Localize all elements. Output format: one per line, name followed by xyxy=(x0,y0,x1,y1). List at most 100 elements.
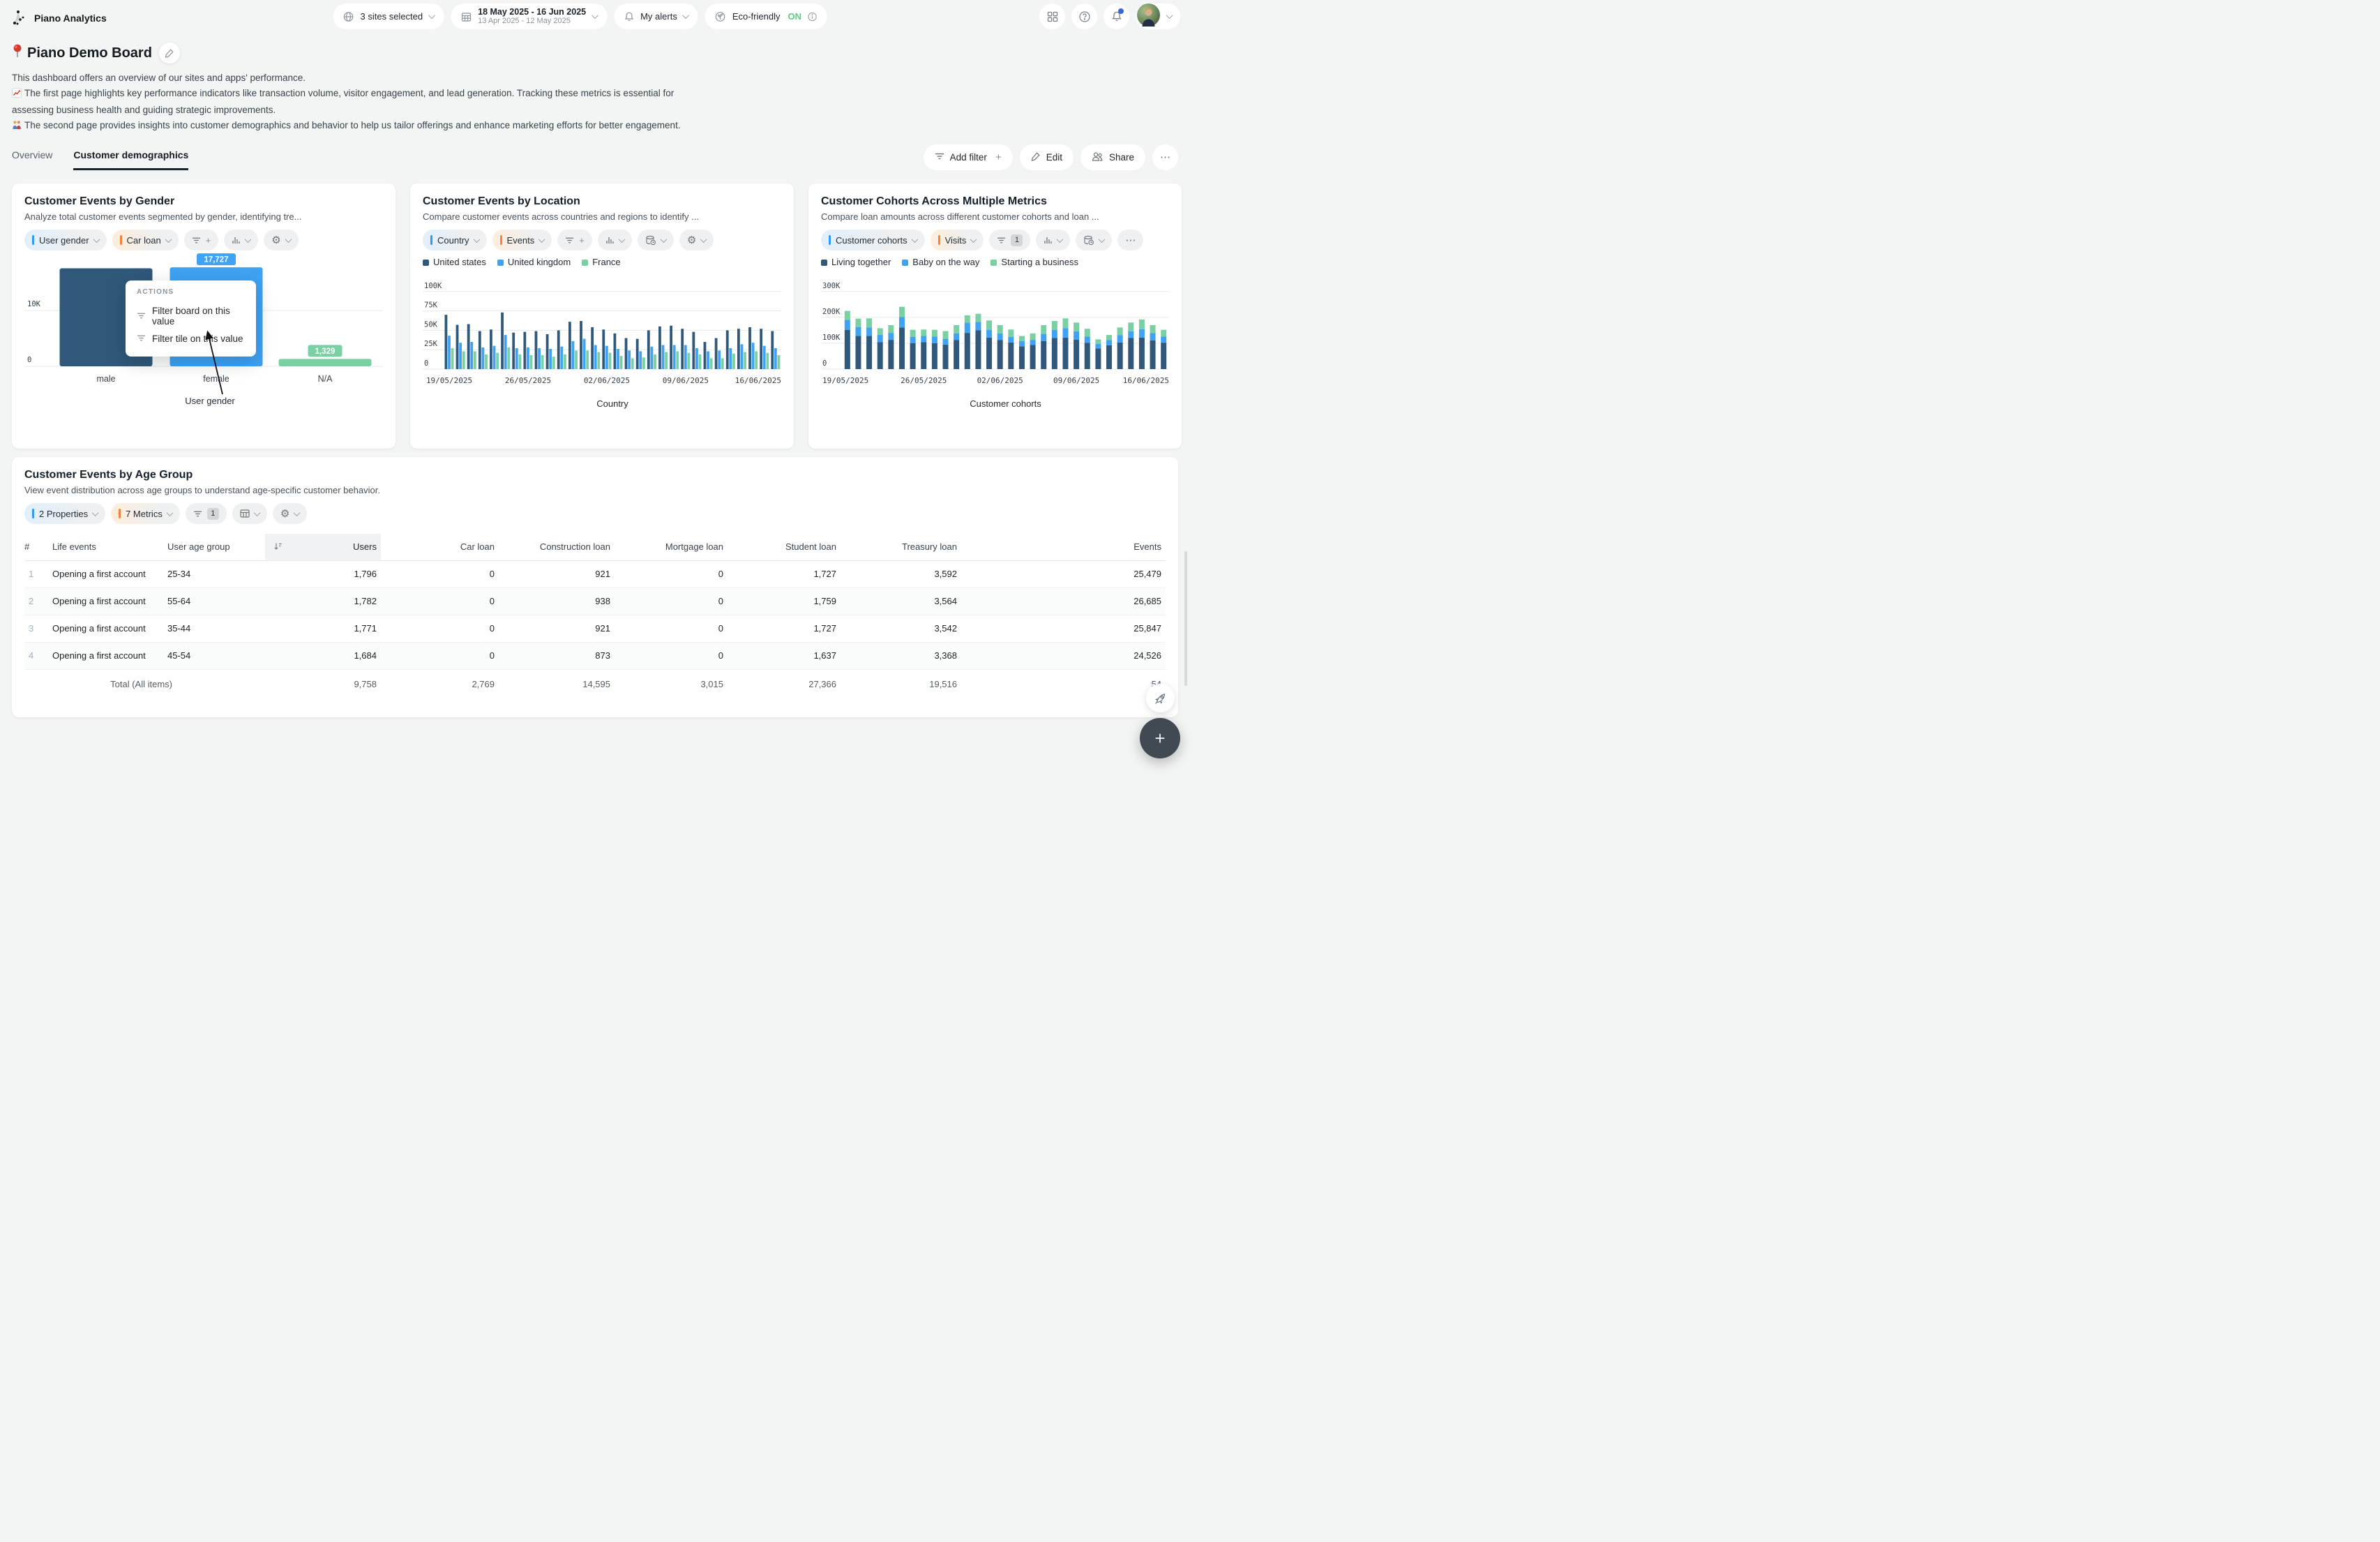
bar-chart-icon xyxy=(605,236,615,244)
filter-chip[interactable]: + xyxy=(557,230,592,250)
metrics-chip[interactable]: 7 Metrics xyxy=(111,503,180,524)
add-tile-button[interactable]: + xyxy=(1140,718,1180,758)
card-title: Customer Cohorts Across Multiple Metrics xyxy=(821,195,1169,208)
chevron-down-icon xyxy=(428,12,435,19)
legend-swatch xyxy=(821,260,827,266)
col-life-events[interactable]: Life events xyxy=(52,534,167,560)
chip-label: Car loan xyxy=(127,235,161,246)
section-title: Customer Events by Age Group xyxy=(24,469,1166,481)
help-button[interactable] xyxy=(1071,3,1097,29)
chart-type-chip[interactable] xyxy=(224,230,258,250)
value-cell: 25,847 xyxy=(961,615,1166,642)
property-chip-country[interactable]: Country xyxy=(423,230,487,250)
description-line-1: This dashboard offers an overview of our… xyxy=(12,73,306,83)
data-source-chip[interactable] xyxy=(638,230,674,250)
tab-overview[interactable]: Overview xyxy=(12,145,52,170)
filter-icon xyxy=(565,237,574,244)
col-users-sorted[interactable]: Users xyxy=(265,534,381,560)
chart-type-chip[interactable] xyxy=(1036,230,1070,250)
brand: Piano Analytics xyxy=(11,9,107,28)
col-student-loan[interactable]: Student loan xyxy=(728,534,841,560)
svg-text:0: 0 xyxy=(27,356,31,364)
edit-button[interactable]: Edit xyxy=(1020,144,1074,170)
svg-text:0: 0 xyxy=(424,359,428,368)
card-subtitle: Compare loan amounts across different cu… xyxy=(821,211,1169,222)
value-cell: 938 xyxy=(499,587,615,615)
card-title: Customer Events by Gender xyxy=(24,195,383,208)
ellipsis-icon: ⋯ xyxy=(1160,152,1170,163)
notifications-button[interactable] xyxy=(1104,3,1129,29)
col-construction-loan[interactable]: Construction loan xyxy=(499,534,615,560)
svg-text:75K: 75K xyxy=(424,301,438,310)
bar-chart-icon xyxy=(1044,236,1053,244)
metric-chip-events[interactable]: Events xyxy=(492,230,552,250)
tab-customer-demographics[interactable]: Customer demographics xyxy=(73,145,188,170)
col-user-age-group[interactable]: User age group xyxy=(167,534,265,560)
col-events[interactable]: Events xyxy=(961,534,1166,560)
cohorts-chart[interactable]: 0100K200K300K19/05/202526/05/202502/06/2… xyxy=(821,270,1169,421)
total-value-cell: 3,015 xyxy=(615,669,728,698)
location-chart[interactable]: 025K50K75K100K19/05/202526/05/202502/06/… xyxy=(423,270,781,421)
metric-chip-visits[interactable]: Visits xyxy=(931,230,984,250)
settings-chip[interactable]: ⚙ xyxy=(679,230,714,250)
table-row[interactable]: 3Opening a first account35-441,771092101… xyxy=(24,615,1166,642)
cursor-arrow-icon xyxy=(199,327,229,398)
property-chip-customer-cohorts[interactable]: Customer cohorts xyxy=(821,230,925,250)
col-treasury-loan[interactable]: Treasury loan xyxy=(841,534,961,560)
legend-label: Starting a business xyxy=(1001,257,1078,267)
brand-name: Piano Analytics xyxy=(34,13,107,24)
user-menu[interactable] xyxy=(1136,3,1180,29)
add-filter-button[interactable]: Add filter + xyxy=(924,144,1013,170)
ellipsis-icon: ⋯ xyxy=(1125,235,1136,246)
filter-chip[interactable]: + xyxy=(184,230,219,250)
legend-label: United kingdom xyxy=(508,257,571,267)
table-row[interactable]: 4Opening a first account45-541,684087301… xyxy=(24,642,1166,669)
chart-type-chip[interactable] xyxy=(598,230,632,250)
view-type-chip[interactable] xyxy=(232,503,267,524)
filter-icon xyxy=(137,334,146,344)
properties-chip[interactable]: 2 Properties xyxy=(24,503,105,524)
edit-title-button[interactable] xyxy=(159,43,180,63)
data-source-chip[interactable] xyxy=(1076,230,1112,250)
total-value-cell: 14,595 xyxy=(499,669,615,698)
eco-leaf-icon xyxy=(715,11,726,22)
sites-selector[interactable]: 3 sites selected xyxy=(333,3,444,29)
value-cell: 0 xyxy=(381,587,499,615)
property-chip-user-gender[interactable]: User gender xyxy=(24,230,107,250)
col-car-loan[interactable]: Car loan xyxy=(381,534,499,560)
settings-chip[interactable]: ⚙ xyxy=(273,503,307,524)
col-index[interactable]: # xyxy=(24,534,52,560)
share-button[interactable]: Share xyxy=(1080,144,1145,170)
settings-chip[interactable]: ⚙ xyxy=(264,230,298,250)
chip-label: Visits xyxy=(945,235,967,246)
table-scrollbar[interactable] xyxy=(1184,551,1187,686)
filter-chip[interactable]: 1 xyxy=(989,230,1030,250)
description-line-3: The second page provides insights into c… xyxy=(24,120,681,130)
row-number: 1 xyxy=(24,560,52,587)
filter-count-badge: 1 xyxy=(207,508,219,520)
table-row[interactable]: 2Opening a first account55-641,782093801… xyxy=(24,587,1166,615)
value-cell: 24,526 xyxy=(961,642,1166,669)
chevron-down-icon xyxy=(1166,12,1173,19)
svg-text:16/06/2025: 16/06/2025 xyxy=(735,376,781,385)
rocket-button[interactable] xyxy=(1146,684,1175,712)
more-options-chip[interactable]: ⋯ xyxy=(1117,230,1143,250)
my-alerts-button[interactable]: My alerts xyxy=(614,3,698,29)
board-description: This dashboard offers an overview of our… xyxy=(12,70,702,135)
filter-chip[interactable]: 1 xyxy=(186,503,227,524)
date-range-picker[interactable]: 18 May 2025 - 16 Jun 2025 13 Apr 2025 - … xyxy=(451,3,607,29)
filter-icon xyxy=(137,311,146,322)
metric-chip-car-loan[interactable]: Car loan xyxy=(112,230,179,250)
eco-friendly-toggle[interactable]: Eco-friendly ON xyxy=(705,3,827,29)
database-clock-icon xyxy=(645,235,656,246)
col-mortgage-loan[interactable]: Mortgage loan xyxy=(615,534,728,560)
filter-board-menu-item[interactable]: Filter board on this value xyxy=(137,302,245,330)
more-options-button[interactable]: ⋯ xyxy=(1152,144,1178,170)
legend-item: France xyxy=(582,257,620,267)
sort-descending-icon xyxy=(273,541,283,553)
apps-grid-button[interactable] xyxy=(1039,3,1065,29)
table-total-row: Total (All items)9,7582,76914,5953,01527… xyxy=(24,669,1166,698)
location-legend: United states United kingdom France xyxy=(423,257,781,267)
table-row[interactable]: 1Opening a first account25-341,796092101… xyxy=(24,560,1166,587)
value-cell: 3,542 xyxy=(841,615,961,642)
